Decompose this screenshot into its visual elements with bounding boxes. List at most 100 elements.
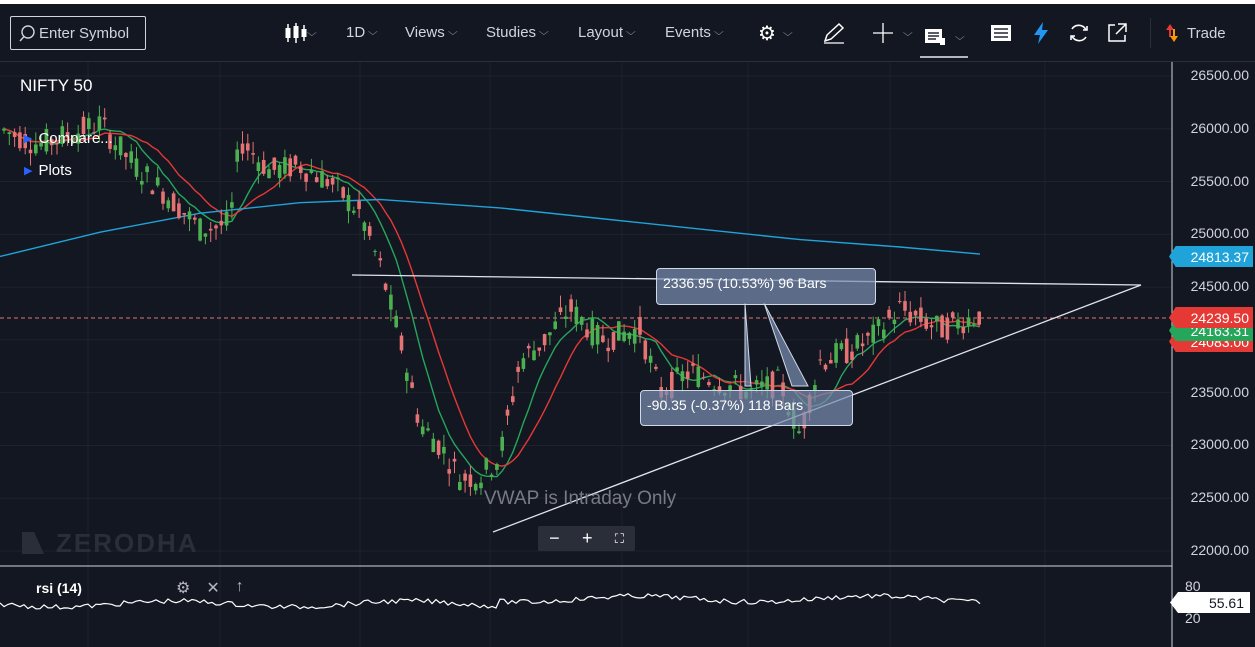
last-price-label: 24239.50 [1169,307,1253,328]
zoom-out-button[interactable]: − [549,528,560,549]
candle-body [399,335,404,351]
zoom-in-button[interactable]: + [582,528,593,549]
candle-body [463,473,467,481]
measure-box-lower[interactable]: -90.35 (-0.37%) 118 Bars [640,390,853,426]
y-tick-label: 22000.00 [1190,542,1249,558]
candle-body [972,323,976,325]
toolbar: ⌵ 1D⌵ Views⌵ Studies⌵ Layout⌵ Events⌵ ⚙ … [0,4,1255,62]
chart-grid [0,62,1173,647]
symbol-search[interactable] [10,16,146,50]
candle-body [150,190,155,195]
candle-body [701,377,706,379]
gear-icon[interactable]: ⚙ [176,578,190,598]
flash-button[interactable] [1032,20,1050,46]
candle-body [961,326,966,334]
candle-body [622,331,626,342]
fit-screen-button[interactable]: ⛶ [615,531,624,547]
compare-toggle[interactable]: ▶ Compare... [24,130,113,147]
measure-box-upper[interactable]: 2336.95 (10.53%) 96 Bars [656,268,876,305]
views-menu[interactable]: Views ⌵ [405,24,457,41]
candle-body [897,301,902,303]
chart-type-button[interactable]: ⌵ [284,20,317,46]
events-menu[interactable]: Events ⌵ [665,24,724,41]
candle-body [484,458,489,470]
candle-body [230,202,234,208]
y-tick-label: 23000.00 [1190,436,1249,453]
triangle-right-icon: ▶ [24,133,33,145]
candle-body [304,173,308,182]
candle-body [643,340,648,360]
interval-label: 1D [346,24,366,41]
close-icon[interactable]: ✕ [206,578,219,598]
candle-body [675,367,679,372]
candle-body [240,143,245,154]
candle-body [516,366,520,372]
candle-body [548,332,552,336]
chevron-down-icon: ⌵ [713,27,724,38]
refresh-button[interactable] [1068,20,1090,46]
crosshair-button[interactable]: ⌵ [872,20,913,46]
candle-body [182,212,186,215]
studies-menu[interactable]: Studies ⌵ [486,24,549,41]
y-tick-label: 24500.00 [1190,278,1249,295]
settings-button[interactable]: ⚙ ⌵ [758,20,793,46]
candle-body [648,355,653,363]
chevron-down-icon: ⌵ [368,27,378,38]
candle-body [876,319,881,327]
events-label: Events [665,24,711,41]
candle-body [129,151,133,163]
plots-toggle[interactable]: ▶ Plots [24,162,72,179]
candle-body [606,347,610,352]
candle-body [850,351,854,360]
candle-body [818,359,822,361]
candle-body [7,132,12,135]
interval-dropdown[interactable]: 1D ⌵ [346,24,378,41]
candle-body [267,169,271,179]
candle-body [479,482,483,489]
arrow-up-icon[interactable]: ↑ [236,578,244,598]
zerodha-logo-icon [22,532,44,554]
candle-body [288,158,292,177]
book-icon [925,29,945,45]
search-input[interactable] [39,24,139,42]
triangle-right-icon: ▶ [24,165,33,177]
sma-price-label: 24813.37 [1169,246,1253,267]
candle-body [903,301,907,311]
candle-body [405,372,409,381]
candle-body [680,371,685,382]
candle-body [378,258,383,261]
candle-body [187,211,192,220]
candle-body [415,414,420,423]
candle-body [357,200,361,209]
candle-body [352,210,356,213]
candle-body [277,164,282,178]
candle-body [956,319,960,329]
candles-icon [285,23,307,43]
rsi-tick-80: 80 [1185,578,1201,594]
search-icon [19,25,35,42]
candle-body [611,332,616,350]
candle-body [526,345,531,349]
candle-body [283,157,287,174]
list-button[interactable] [990,20,1012,46]
candle-body [373,250,377,252]
layout-menu[interactable]: Layout ⌵ [578,24,636,41]
candle-body [134,158,139,177]
book-button[interactable]: ⌵ [920,18,968,58]
candle-body [208,228,213,231]
price-chart[interactable] [0,62,1255,647]
rsi-title: rsi (14) [36,580,82,596]
candle-body [632,328,637,344]
candle-body [12,132,17,138]
trade-label: Trade [1187,24,1226,42]
candle-body [367,226,372,236]
candle-body [346,194,351,212]
draw-button[interactable] [822,20,846,46]
popout-icon [1108,23,1127,42]
candle-body [235,149,239,162]
candle-body [760,381,764,387]
candle-body [585,329,589,338]
popout-button[interactable] [1106,20,1128,46]
candle-body [866,332,870,336]
trade-button[interactable]: Trade [1150,18,1226,48]
